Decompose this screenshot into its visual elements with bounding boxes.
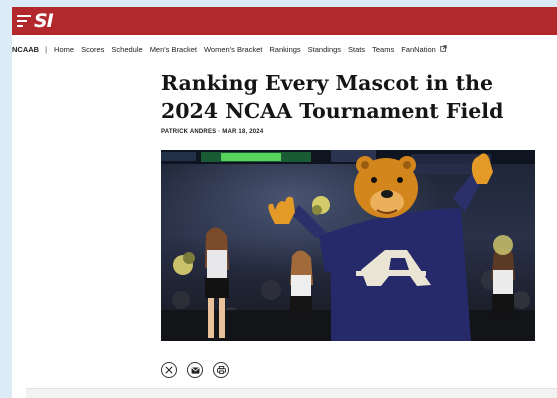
nav-item-fannation[interactable]: FanNation: [401, 45, 447, 54]
nav-item-mens-bracket[interactable]: Men's Bracket: [150, 45, 197, 54]
hamburger-menu-icon[interactable]: [17, 15, 31, 27]
hero-image-mascot: [161, 150, 535, 341]
article-byline: PATRICK ANDRES · MAR 18, 2024: [161, 129, 264, 135]
share-bar: [161, 362, 229, 378]
section-nav: NCAAB | Home Scores Schedule Men's Brack…: [12, 41, 557, 57]
x-twitter-icon[interactable]: [161, 362, 177, 378]
print-icon[interactable]: [213, 362, 229, 378]
nav-item-fannation-label: FanNation: [401, 44, 436, 54]
nav-item-rankings[interactable]: Rankings: [269, 45, 300, 54]
article-headline: Ranking Every Mascot in the 2024 NCAA To…: [161, 71, 504, 123]
article-page: SI NCAAB | Home Scores Schedule Men's Br…: [12, 7, 557, 398]
nav-brand-ncaab[interactable]: NCAAB: [12, 45, 39, 54]
si-logo[interactable]: SI: [34, 10, 54, 32]
nav-item-standings[interactable]: Standings: [308, 45, 341, 54]
email-icon[interactable]: [187, 362, 203, 378]
nav-separator: |: [45, 44, 48, 54]
site-header: SI: [12, 7, 557, 35]
nav-item-schedule[interactable]: Schedule: [111, 45, 142, 54]
nav-item-teams[interactable]: Teams: [372, 45, 394, 54]
content-panel-edge: [26, 388, 557, 398]
external-link-icon: [440, 44, 447, 54]
nav-item-home[interactable]: Home: [54, 45, 74, 54]
nav-item-stats[interactable]: Stats: [348, 45, 365, 54]
nav-item-scores[interactable]: Scores: [81, 45, 104, 54]
nav-item-womens-bracket[interactable]: Women's Bracket: [204, 45, 262, 54]
